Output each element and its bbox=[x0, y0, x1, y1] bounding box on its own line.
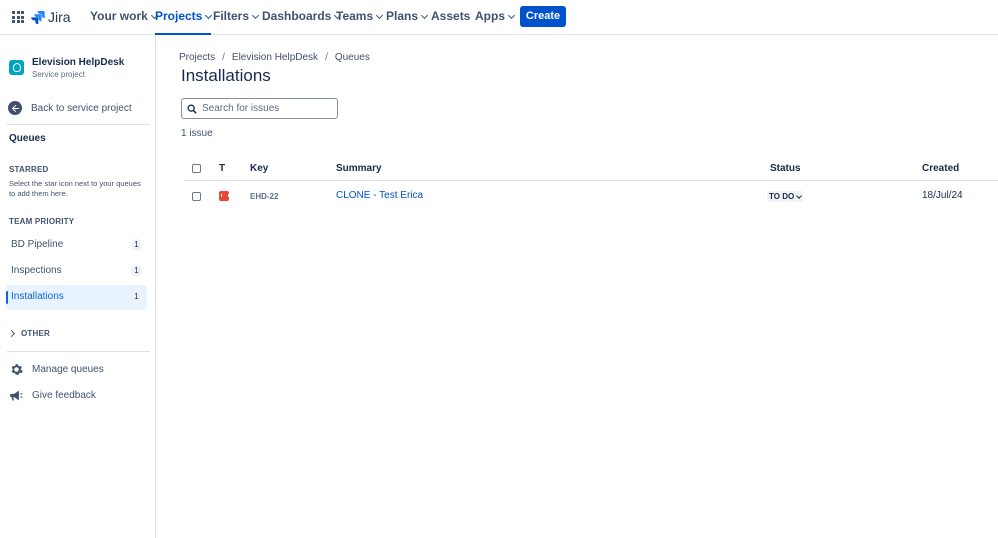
chevron-down-icon bbox=[251, 11, 260, 20]
breadcrumb-separator: / bbox=[222, 52, 225, 63]
give-feedback-link[interactable]: Give feedback bbox=[10, 388, 96, 402]
column-header-key[interactable]: Key bbox=[250, 163, 268, 174]
issue-summary-link[interactable]: CLONE - Test Erica bbox=[336, 190, 423, 201]
page-title: Installations bbox=[181, 66, 271, 85]
table-header-divider bbox=[184, 180, 998, 181]
gear-icon bbox=[11, 363, 23, 375]
bug-icon bbox=[219, 191, 229, 201]
chevron-down-icon bbox=[507, 11, 516, 20]
queue-label: BD Pipeline bbox=[11, 239, 64, 250]
divider bbox=[7, 351, 150, 352]
queue-count-badge: 1 bbox=[131, 239, 142, 251]
project-avatar-icon bbox=[9, 60, 24, 75]
column-header-type[interactable]: T bbox=[219, 163, 225, 174]
chevron-down-icon bbox=[376, 11, 384, 20]
row-checkbox[interactable] bbox=[192, 192, 201, 201]
column-header-summary[interactable]: Summary bbox=[336, 163, 382, 174]
team-priority-label: TEAM PRIORITY bbox=[9, 217, 75, 226]
queue-item-bd-pipeline[interactable]: BD Pipeline 1 bbox=[6, 233, 147, 258]
manage-queues-link[interactable]: Manage queues bbox=[10, 362, 104, 376]
queue-count-badge: 1 bbox=[131, 265, 142, 277]
issue-key[interactable]: EHD-22 bbox=[250, 192, 278, 201]
give-feedback-label: Give feedback bbox=[32, 389, 96, 401]
queue-count-badge: 1 bbox=[131, 291, 142, 303]
search-input[interactable] bbox=[202, 103, 332, 114]
project-name: Elevision HelpDesk bbox=[32, 57, 125, 68]
arrow-left-circle-icon bbox=[8, 101, 22, 115]
other-label: OTHER bbox=[21, 329, 50, 338]
queue-label: Installations bbox=[11, 291, 64, 302]
select-all-checkbox[interactable] bbox=[192, 164, 201, 173]
breadcrumb: Projects / Elevision HelpDesk / Queues bbox=[179, 52, 370, 63]
chevron-down-icon bbox=[420, 11, 429, 20]
column-header-status[interactable]: Status bbox=[770, 163, 801, 174]
nav-assets[interactable]: Assets bbox=[431, 0, 470, 34]
divider bbox=[7, 124, 150, 125]
back-link-label: Back to service project bbox=[31, 102, 132, 114]
nav-teams[interactable]: Teams bbox=[336, 0, 384, 34]
nav-label: Plans bbox=[386, 9, 419, 23]
starred-help-text: Select the star icon next to your queues… bbox=[9, 179, 141, 198]
jira-logo[interactable]: Jira bbox=[31, 8, 71, 26]
back-to-service-project-link[interactable]: Back to service project bbox=[8, 100, 148, 116]
queue-label: Inspections bbox=[11, 265, 62, 276]
nav-label: Dashboards bbox=[262, 9, 332, 23]
nav-projects[interactable]: Projects bbox=[155, 0, 213, 35]
issue-created-date: 18/Jul/24 bbox=[922, 190, 963, 201]
breadcrumb-separator: / bbox=[325, 52, 328, 63]
manage-queues-label: Manage queues bbox=[32, 363, 104, 375]
app-switcher-icon[interactable] bbox=[12, 11, 24, 23]
breadcrumb-project[interactable]: Elevision HelpDesk bbox=[232, 52, 318, 63]
queues-heading[interactable]: Queues bbox=[9, 133, 46, 144]
chevron-right-icon bbox=[7, 329, 16, 338]
search-box[interactable] bbox=[181, 98, 338, 119]
nav-apps[interactable]: Apps bbox=[475, 0, 516, 34]
nav-label: Filters bbox=[213, 9, 250, 23]
chevron-down-icon bbox=[205, 11, 213, 20]
nav-filters[interactable]: Filters bbox=[213, 0, 260, 34]
top-navigation: Jira Your work Projects Filters Dashboar… bbox=[0, 0, 998, 35]
column-header-created[interactable]: Created bbox=[922, 163, 959, 174]
nav-dashboards[interactable]: Dashboards bbox=[262, 0, 342, 34]
chevron-down-icon bbox=[796, 192, 803, 199]
nav-label: Teams bbox=[336, 9, 374, 23]
queue-item-installations[interactable]: Installations 1 bbox=[6, 285, 147, 310]
project-type: Service project bbox=[32, 70, 85, 79]
nav-plans[interactable]: Plans bbox=[386, 0, 429, 34]
megaphone-icon bbox=[10, 390, 23, 400]
status-dropdown[interactable]: TO DO bbox=[767, 191, 804, 202]
nav-your-work[interactable]: Your work bbox=[90, 0, 158, 34]
create-button[interactable]: Create bbox=[520, 6, 566, 27]
nav-label: Apps bbox=[475, 9, 505, 23]
breadcrumb-projects[interactable]: Projects bbox=[179, 52, 215, 63]
issue-count: 1 issue bbox=[181, 128, 213, 139]
breadcrumb-queues[interactable]: Queues bbox=[335, 52, 370, 63]
nav-label: Projects bbox=[155, 9, 203, 23]
other-queues-toggle[interactable]: OTHER bbox=[7, 329, 50, 338]
jira-icon bbox=[31, 11, 45, 24]
logo-text: Jira bbox=[48, 9, 71, 25]
nav-label: Assets bbox=[431, 9, 471, 23]
nav-label: Your work bbox=[90, 9, 148, 23]
search-icon bbox=[187, 104, 197, 114]
queue-item-inspections[interactable]: Inspections 1 bbox=[6, 259, 147, 284]
status-label: TO DO bbox=[769, 192, 795, 201]
starred-label: STARRED bbox=[9, 165, 49, 174]
sidebar: Elevision HelpDesk Service project Back … bbox=[0, 35, 156, 538]
